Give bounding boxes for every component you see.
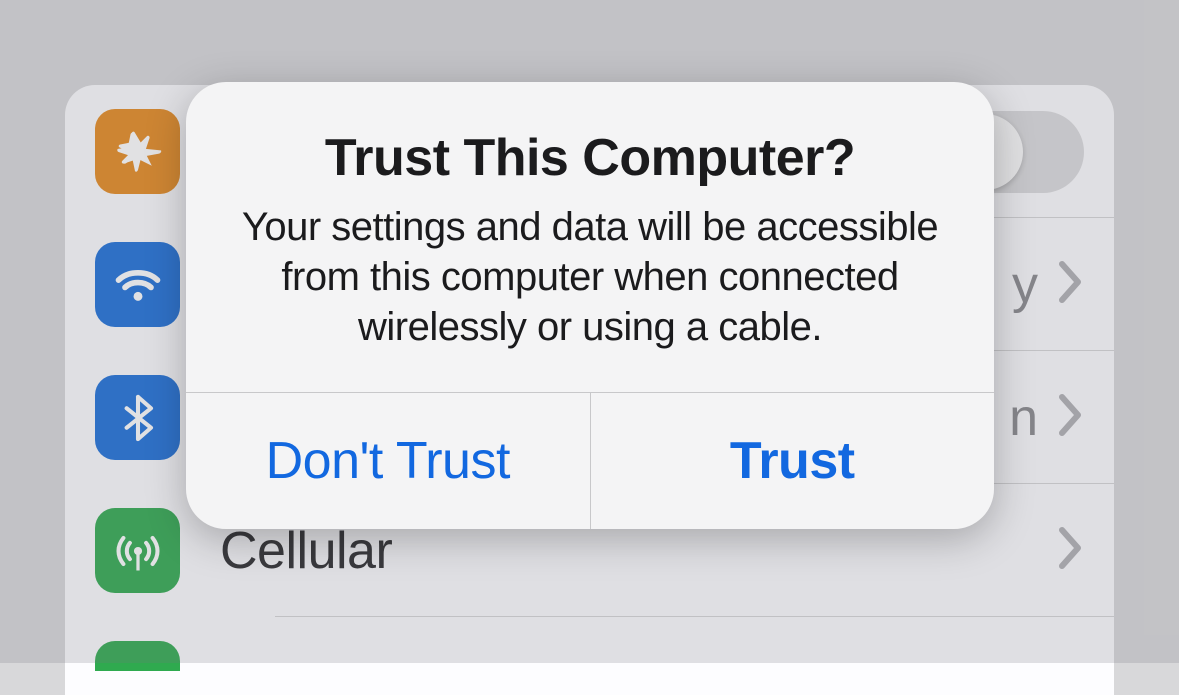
alert-message: Your settings and data will be accessibl… bbox=[216, 202, 964, 352]
alert-title: Trust This Computer? bbox=[216, 128, 964, 188]
trust-computer-alert: Trust This Computer? Your settings and d… bbox=[186, 82, 994, 529]
trust-button[interactable]: Trust bbox=[591, 393, 995, 529]
dont-trust-button[interactable]: Don't Trust bbox=[186, 393, 591, 529]
alert-buttons: Don't Trust Trust bbox=[186, 392, 994, 529]
